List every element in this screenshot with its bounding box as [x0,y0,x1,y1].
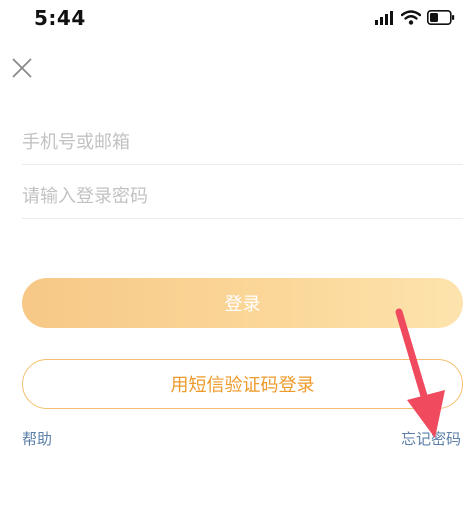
forgot-password-link[interactable]: 忘记密码 [401,428,461,449]
status-bar: 5:44 [0,0,473,40]
signal-icon [375,10,395,29]
login-button[interactable]: 登录 [22,278,463,328]
status-icons [375,9,455,29]
password-field [22,174,463,219]
status-time: 5:44 [34,6,86,30]
wifi-icon [400,9,422,29]
password-input[interactable] [22,174,463,218]
close-button[interactable] [10,56,34,80]
close-icon [12,58,32,78]
login-button-label: 登录 [224,294,261,315]
sms-login-button[interactable]: 用短信验证码登录 [22,359,463,409]
account-field [22,120,463,165]
help-link[interactable]: 帮助 [22,428,52,449]
sms-login-button-label: 用短信验证码登录 [170,375,315,396]
battery-icon [427,9,455,29]
phone-email-input[interactable] [22,120,463,164]
